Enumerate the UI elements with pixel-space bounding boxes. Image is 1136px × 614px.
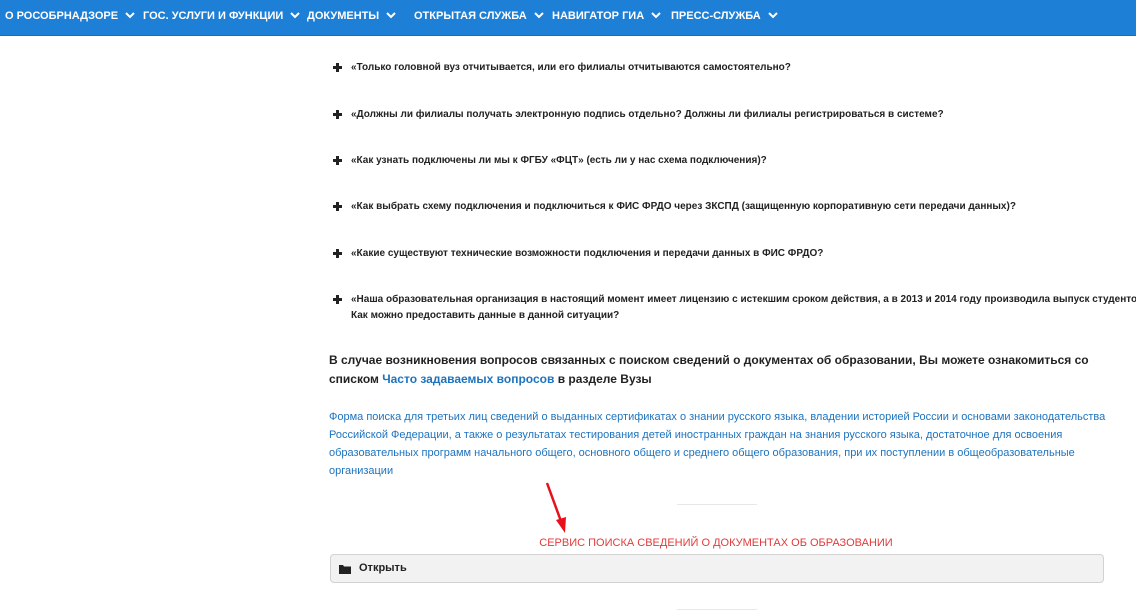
chevron-down-icon — [768, 12, 778, 19]
nav-item-label: О РОСОБРНАДЗОРЕ — [5, 10, 119, 22]
nav-item-label: НАВИГАТОР ГИА — [552, 10, 645, 22]
top-navigation: О РОСОБРНАДЗОРЕ ГОС. УСЛУГИ И ФУНКЦИИ ДО… — [0, 0, 1136, 36]
faq-question: «Наша образовательная организация в наст… — [351, 294, 1136, 305]
folder-icon — [339, 565, 351, 574]
plus-icon — [333, 295, 342, 304]
open-spoiler-button[interactable]: Открыть — [330, 554, 1104, 583]
nav-item-open-service[interactable]: ОТКРЫТАЯ СЛУЖБА — [414, 0, 544, 32]
faq-link[interactable]: Часто задаваемых вопросов — [382, 372, 554, 386]
nav-item-gia-navigator[interactable]: НАВИГАТОР ГИА — [552, 0, 661, 32]
chevron-down-icon — [533, 12, 544, 19]
nav-item-services[interactable]: ГОС. УСЛУГИ И ФУНКЦИИ — [143, 0, 300, 32]
chevron-down-icon — [386, 12, 396, 19]
faq-question: «Должны ли филиалы получать электронную … — [351, 109, 944, 120]
faq-question: «Как узнать подключены ли мы к ФГБУ «ФЦТ… — [351, 155, 767, 166]
faq-note: В случае возникновения вопросов связанны… — [329, 351, 1119, 389]
plus-icon — [333, 156, 342, 165]
nav-item-label: ГОС. УСЛУГИ И ФУНКЦИИ — [143, 10, 284, 22]
chevron-down-icon — [651, 12, 661, 19]
nav-item-label: ОТКРЫТАЯ СЛУЖБА — [414, 10, 527, 22]
nav-item-documents[interactable]: ДОКУМЕНТЫ — [307, 0, 396, 32]
plus-icon — [333, 202, 342, 211]
faq-question: «Какие существуют технические возможност… — [351, 248, 824, 259]
divider — [677, 609, 757, 610]
note-text-after: в разделе Вузы — [554, 372, 652, 386]
chevron-down-icon — [125, 12, 135, 19]
nav-item-press[interactable]: ПРЕСС-СЛУЖБА — [671, 0, 778, 32]
faq-question: «Только головной вуз отчитывается, или е… — [351, 62, 791, 73]
red-arrow — [545, 482, 566, 533]
divider — [677, 504, 757, 505]
faq-question: «Как выбрать схему подключения и подключ… — [351, 201, 1016, 212]
plus-icon — [333, 63, 342, 72]
plus-icon — [333, 110, 342, 119]
plus-icon — [333, 249, 342, 258]
nav-item-about[interactable]: О РОСОБРНАДЗОРЕ — [5, 0, 135, 32]
nav-item-label: ДОКУМЕНТЫ — [307, 10, 380, 22]
chevron-down-icon — [290, 12, 300, 19]
faq-question-continued: Как можно предоставить данные в данной с… — [351, 310, 620, 321]
certificate-search-form-link[interactable]: Форма поиска для третьих лиц сведений о … — [329, 408, 1119, 480]
service-title: СЕРВИС ПОИСКА СВЕДЕНИЙ О ДОКУМЕНТАХ ОБ О… — [539, 537, 893, 549]
open-label: Открыть — [359, 562, 407, 574]
nav-item-label: ПРЕСС-СЛУЖБА — [671, 10, 761, 22]
